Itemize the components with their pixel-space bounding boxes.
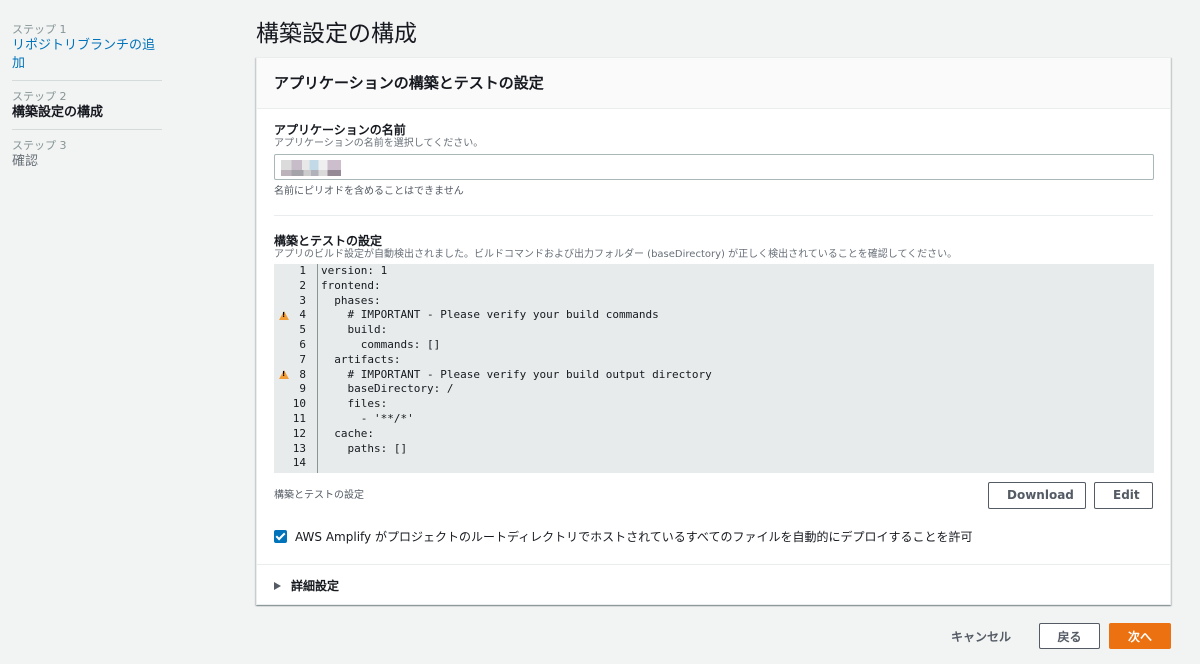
editor-buttons: Download Edit — [988, 482, 1153, 509]
code-line: 5 build: — [274, 323, 1154, 338]
code-text: build: — [321, 323, 388, 337]
warning-icon — [279, 311, 289, 321]
code-line: 12 cache: — [274, 427, 1154, 442]
line-number: 3 — [299, 293, 306, 307]
wizard-steps: ステップ 1 リポジトリブランチの追加 ステップ 2 構築設定の構成 ステップ … — [12, 22, 162, 186]
caret-right-icon — [274, 581, 281, 590]
line-number: 5 — [299, 323, 306, 337]
app-name-hint: 名前にピリオドを含めることはできません — [274, 186, 464, 197]
redacted-app-name — [281, 160, 356, 176]
line-number: 12 — [292, 426, 306, 440]
line-number: 9 — [299, 382, 306, 396]
line-number: 6 — [299, 337, 306, 351]
code-text: commands: [] — [321, 337, 441, 351]
code-text: version: 1 — [321, 264, 388, 277]
code-warning-cell — [274, 382, 290, 397]
auto-deploy-option: AWS Amplify がプロジェクトのルートディレクトリでホストされているすべ… — [274, 528, 1153, 545]
line-number: 1 — [299, 264, 306, 277]
line-number: 14 — [292, 456, 306, 470]
cancel-button[interactable]: キャンセル — [951, 628, 1011, 645]
auto-deploy-checkbox[interactable] — [274, 530, 287, 543]
code-warning-cell — [274, 323, 290, 338]
edit-button[interactable]: Edit — [1094, 482, 1153, 509]
build-settings-label: 構築とテストの設定 — [274, 234, 383, 248]
line-number: 2 — [299, 278, 306, 292]
code-line: 9 baseDirectory: / — [274, 382, 1154, 397]
code-text: # IMPORTANT - Please verify your build c… — [321, 308, 659, 322]
auto-deploy-label: AWS Amplify がプロジェクトのルートディレクトリでホストされているすべ… — [295, 530, 973, 544]
panel-header: アプリケーションの構築とテストの設定 — [257, 58, 1170, 109]
build-spec-editor[interactable]: 1 version: 1 2frontend:3 phases:4 # IMPORT… — [274, 264, 1154, 473]
code-text: artifacts: — [321, 352, 401, 366]
code-line: 4 # IMPORTANT - Please verify your build… — [274, 308, 1154, 323]
line-number: 8 — [299, 367, 306, 381]
panel-title: アプリケーションの構築とテストの設定 — [274, 74, 544, 92]
step-2-number: ステップ 2 — [12, 90, 67, 103]
code-line: 7 artifacts: — [274, 353, 1154, 368]
divider — [274, 215, 1153, 216]
code-warning-cell — [274, 442, 290, 457]
code-warning-cell — [274, 368, 290, 383]
code-line: 2 frontend: — [274, 279, 1154, 294]
code-warning-cell — [274, 412, 290, 427]
editor-footer: 構築とテストの設定 Download Edit — [274, 482, 1153, 510]
line-number: 11 — [292, 411, 306, 425]
gutter-divider — [317, 264, 318, 473]
code-warning-cell — [274, 427, 290, 442]
step-3-label: 確認 — [12, 154, 39, 169]
line-number: 13 — [292, 441, 306, 455]
page-title: 構築設定の構成 — [256, 21, 417, 47]
code-text: - '**/*' — [321, 411, 414, 425]
build-settings-field: 構築とテストの設定 アプリのビルド設定が自動検出されました。ビルドコマンドおよび… — [274, 233, 1154, 510]
code-line: 10 files: — [274, 397, 1154, 412]
editor-caption: 構築とテストの設定 — [274, 490, 364, 501]
step-1: ステップ 1 リポジトリブランチの追加 — [12, 22, 162, 81]
line-number: 4 — [299, 308, 306, 322]
wizard-actions: キャンセル 戻る 次へ — [951, 623, 1171, 649]
step-3-number: ステップ 3 — [12, 139, 67, 152]
code-warning-cell — [274, 397, 290, 412]
code-warning-cell — [274, 308, 290, 323]
code-warning-cell — [274, 264, 290, 279]
code-line: 13 paths: [] — [274, 442, 1154, 457]
code-warning-cell — [274, 279, 290, 294]
code-warning-cell — [274, 294, 290, 309]
app-name-field: アプリケーションの名前 アプリケーションの名前を選択してください。 名前にピリオ… — [274, 122, 1154, 198]
code-warning-cell — [274, 338, 290, 353]
code-text: paths: [] — [321, 441, 408, 455]
code-warning-cell — [274, 456, 290, 471]
code-text: # IMPORTANT - Please verify your build o… — [321, 367, 712, 381]
step-1-link[interactable]: リポジトリブランチの追加 — [12, 37, 162, 73]
advanced-settings-label: 詳細設定 — [291, 579, 340, 593]
code-line: 14 — [274, 456, 1154, 471]
advanced-settings-toggle[interactable]: 詳細設定 — [257, 564, 1170, 606]
line-number: 10 — [292, 397, 306, 411]
step-2: ステップ 2 構築設定の構成 — [12, 89, 162, 130]
line-number: 7 — [299, 352, 306, 366]
panel-body: アプリケーションの名前 アプリケーションの名前を選択してください。 名前にピリオ… — [257, 109, 1170, 545]
app-name-description: アプリケーションの名前を選択してください。 — [274, 138, 484, 149]
build-settings-description: アプリのビルド設定が自動検出されました。ビルドコマンドおよび出力フォルダー (b… — [274, 249, 958, 260]
download-button[interactable]: Download — [988, 482, 1086, 509]
step-1-number: ステップ 1 — [12, 23, 67, 36]
app-name-label: アプリケーションの名前 — [274, 123, 406, 137]
code-line: 11 - '**/*' — [274, 412, 1154, 427]
code-text: baseDirectory: / — [321, 382, 454, 396]
app-name-input[interactable] — [274, 154, 1154, 180]
next-button[interactable]: 次へ — [1109, 623, 1171, 649]
build-settings-panel: アプリケーションの構築とテストの設定 アプリケーションの名前 アプリケーションの… — [256, 57, 1171, 605]
back-button[interactable]: 戻る — [1039, 623, 1100, 649]
code-line: 1 version: 1 — [274, 264, 1154, 279]
code-line: 3 phases: — [274, 294, 1154, 309]
code-line: 8 # IMPORTANT - Please verify your build… — [274, 368, 1154, 383]
code-line: 6 commands: [] — [274, 338, 1154, 353]
warning-icon — [279, 370, 289, 380]
step-2-label: 構築設定の構成 — [12, 105, 104, 120]
code-text: files: — [321, 397, 388, 411]
code-warning-cell — [274, 353, 290, 368]
step-3: ステップ 3 確認 — [12, 138, 162, 178]
